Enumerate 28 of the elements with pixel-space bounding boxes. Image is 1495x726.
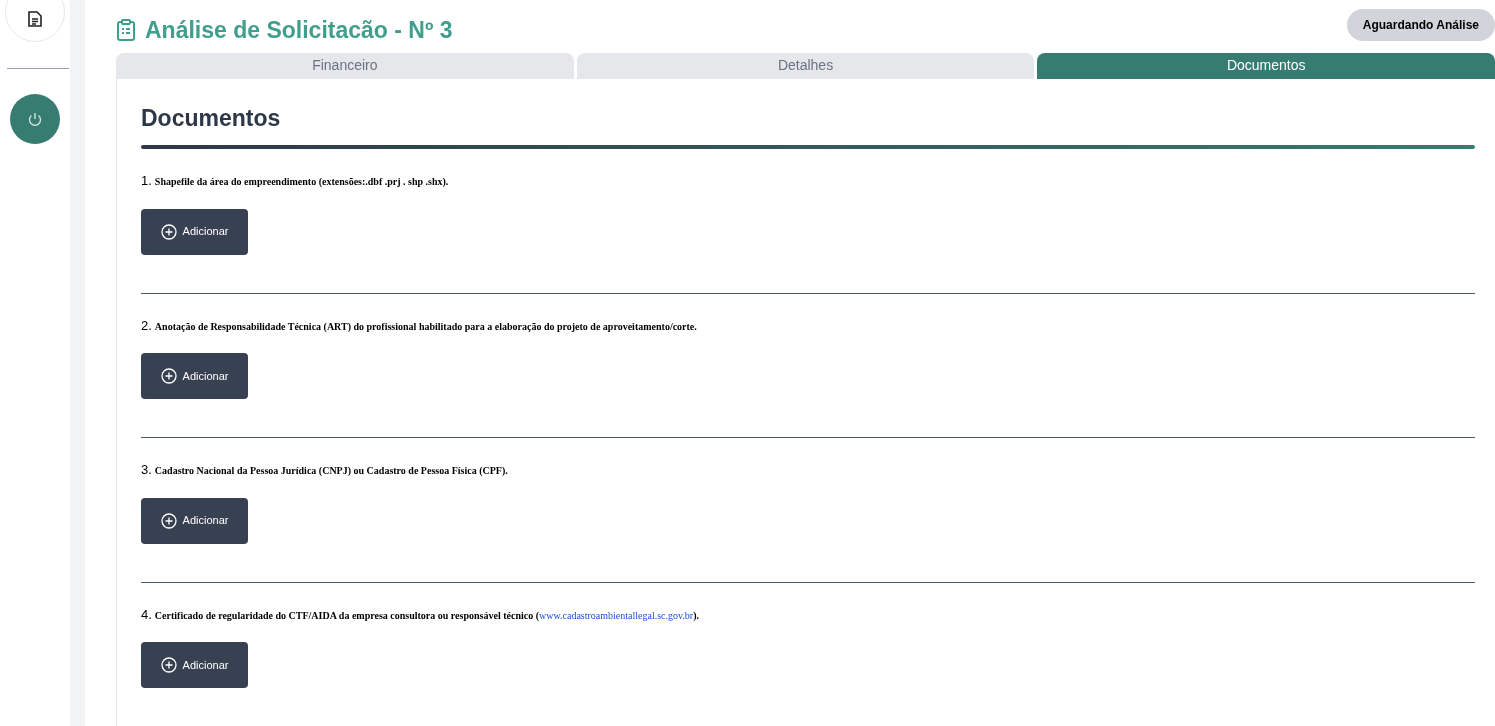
plus-circle-icon bbox=[160, 223, 177, 240]
page-title: Análise de Solicitacão - Nº 3 bbox=[145, 16, 453, 46]
document-button[interactable] bbox=[5, 0, 65, 42]
document-description: Cadastro Nacional da Pessoa Jurídica (CNPJ) ou Cadastro de Pessoa Física (CPF). bbox=[154, 464, 508, 478]
add-button[interactable]: Adicionar bbox=[141, 208, 248, 255]
item-number: 3. bbox=[141, 461, 152, 479]
document-icon bbox=[28, 11, 42, 27]
add-button[interactable]: Adicionar bbox=[141, 642, 248, 688]
plus-circle-icon bbox=[160, 368, 177, 384]
section-heading: Documentos bbox=[141, 104, 282, 133]
add-button[interactable]: Adicionar bbox=[141, 497, 248, 544]
tab[interactable]: Financeiro bbox=[116, 52, 574, 79]
power-icon bbox=[27, 111, 43, 127]
document-description: Anotação de Responsabilidade Técnica (ART) do profissional habilitado para a elaboração do projeto de aproveitamento/corte. bbox=[154, 319, 697, 334]
tab[interactable]: Documentos bbox=[1037, 52, 1495, 79]
document-description: Shapefile da área do empreendimento (extensões:.dbf .prj . shp .shx). bbox=[154, 175, 449, 189]
power-button[interactable] bbox=[10, 94, 60, 144]
plus-circle-icon bbox=[160, 657, 177, 673]
status-badge: Aguardando Análise bbox=[1346, 9, 1495, 42]
item-number: 2. bbox=[141, 316, 152, 335]
plus-circle-icon bbox=[160, 512, 177, 529]
clipboard-icon bbox=[116, 19, 136, 42]
item-number: 1. bbox=[141, 172, 152, 190]
website-link[interactable]: www.cadastroambientallegal.sc.gov.br bbox=[539, 609, 694, 621]
add-button[interactable]: Adicionar bbox=[141, 353, 248, 399]
document-description: Certificado de regularidade do CTF/AIDA da empresa consultora ou responsável técnico (www.cadastroambientallegal.sc.gov.br). bbox=[154, 608, 700, 623]
tab[interactable]: Detalhes bbox=[576, 52, 1035, 79]
item-number: 4. bbox=[141, 605, 152, 624]
